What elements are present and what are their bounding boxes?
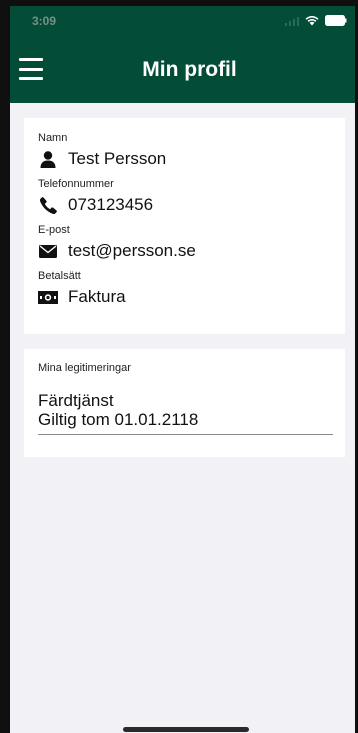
page-title: Min profil [142,58,237,81]
signal-icon [285,16,299,26]
home-indicator[interactable] [123,727,249,732]
phone-label: Telefonnummer [38,178,114,190]
wifi-icon [305,15,319,26]
battery-icon [325,15,347,26]
status-time: 3:09 [32,14,57,28]
payment-value: Faktura [68,287,126,306]
profile-card: Namn Test Persson Telefonnummer 07312345… [24,118,345,334]
phone-value: 073123456 [68,195,154,214]
money-icon [38,288,58,306]
email-label: E-post [38,224,70,236]
credentials-title: Mina legitimeringar [38,362,131,374]
payment-row: Faktura [38,285,333,309]
name-label: Namn [38,132,68,144]
navbar: Min profil [10,46,355,96]
payment-label: Betalsätt [38,270,81,282]
name-row: Test Persson [38,147,333,171]
user-icon [38,150,58,168]
credentials-card: Mina legitimeringar Färdtjänst Giltig to… [24,349,345,457]
header: 3:09 Min profil [10,6,355,103]
status-icons [285,15,347,26]
credential-item[interactable]: Färdtjänst Giltig tom 01.01.2118 [38,391,333,435]
app-screen: 3:09 Min profil Namn Test Persson Telefo… [0,0,358,733]
name-value: Test Persson [68,149,167,168]
envelope-icon [38,242,58,260]
phone-icon [38,196,58,214]
credential-validity: Giltig tom 01.01.2118 [38,410,199,429]
credential-name: Färdtjänst [38,391,114,410]
email-row: test@persson.se [38,239,333,263]
status-bar: 3:09 [10,6,355,36]
email-value: test@persson.se [68,241,196,260]
phone-row: 073123456 [38,193,333,217]
